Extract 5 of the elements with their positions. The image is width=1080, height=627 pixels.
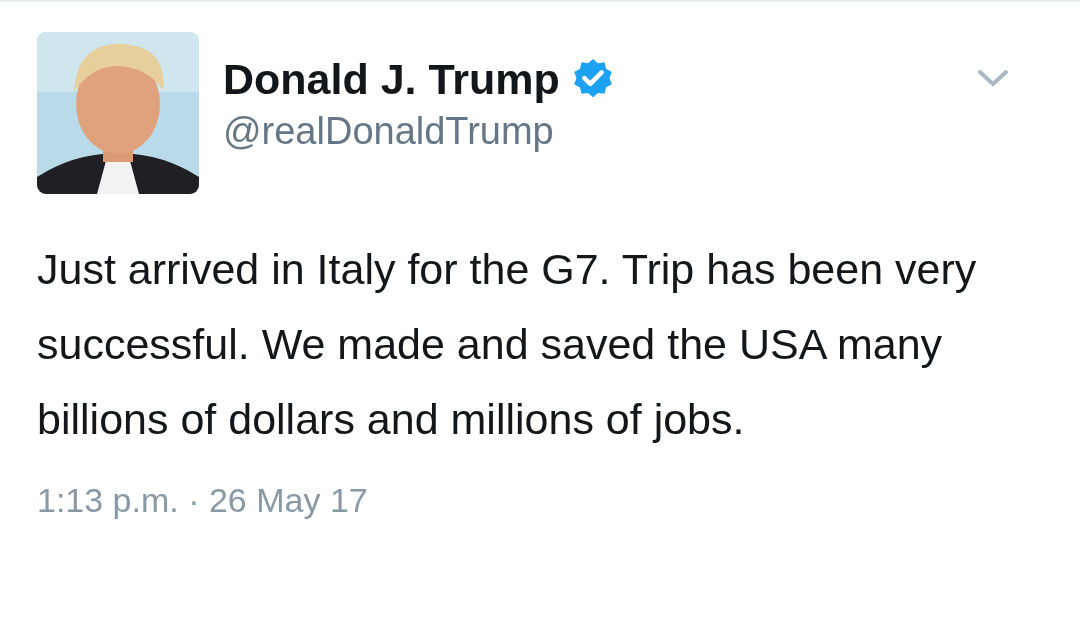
author-handle[interactable]: @realDonaldTrump [223, 109, 977, 155]
menu-icon[interactable] [977, 68, 1009, 88]
tweet-text: Just arrived in Italy for the G7. Trip has been very successful. We made and saved the USA many billions of dollars and millions of jobs. [37, 244, 978, 445]
timestamp[interactable]: 1:13 p.m. · 26 May 17 [37, 475, 1044, 526]
author-name[interactable]: Donald J. Trump [223, 56, 560, 104]
